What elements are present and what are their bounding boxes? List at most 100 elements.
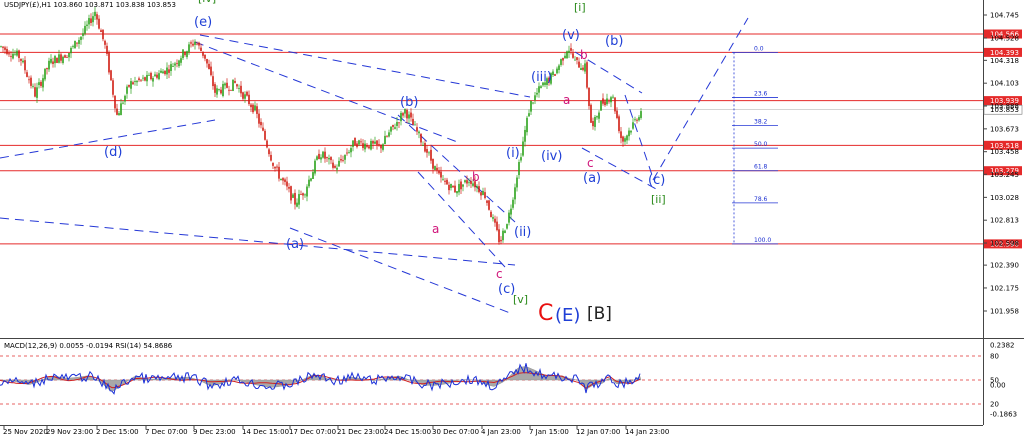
candle-body	[570, 48, 572, 51]
candle-body	[66, 57, 68, 58]
candle-body	[214, 84, 216, 93]
candle-body	[210, 66, 212, 76]
candle-body	[196, 43, 198, 45]
candle-body	[48, 60, 50, 70]
candle-body	[280, 178, 282, 180]
usdjpy-chart: 104.566104.393103.939103.518103.279102.5…	[0, 0, 1024, 436]
candle-body	[466, 180, 468, 184]
wave-label: [ii]	[651, 193, 666, 206]
candle-body	[250, 104, 252, 108]
candle-body	[162, 71, 164, 74]
candle-body	[412, 118, 414, 125]
candle-body	[560, 59, 562, 65]
candle-body	[582, 67, 584, 70]
candle-body	[522, 141, 524, 156]
wave-label: (b)	[605, 34, 623, 49]
candle-body	[266, 140, 268, 148]
candle-body	[386, 136, 388, 138]
candle-body	[224, 83, 226, 86]
candle-body	[304, 194, 306, 196]
candle-body	[612, 96, 614, 98]
candle-body	[520, 157, 522, 161]
candle-body	[194, 41, 196, 45]
candle-body	[458, 183, 460, 193]
candle-body	[556, 68, 558, 74]
candle-body	[448, 184, 450, 191]
candle-body	[98, 18, 100, 29]
candle-body	[144, 77, 146, 81]
candle-body	[28, 79, 30, 81]
candle-body	[572, 53, 574, 58]
main-panel-bg	[0, 0, 983, 338]
x-tick-label: 29 Nov 23:00	[46, 428, 93, 436]
candle-body	[110, 70, 112, 81]
candle-body	[136, 80, 138, 83]
candle-body	[602, 98, 604, 104]
candle-body	[246, 91, 248, 96]
candle-body	[428, 152, 430, 154]
candle-body	[516, 177, 518, 188]
candle-body	[584, 63, 586, 72]
candle-body	[58, 54, 60, 63]
candle-body	[164, 70, 166, 75]
big-label-e: (E)	[555, 305, 580, 326]
candle-body	[636, 119, 638, 121]
candle-body	[378, 143, 380, 145]
macd-label: MACD(12,26,9) 0.0055 -0.0194 RSI(14) 54.…	[4, 342, 173, 350]
macd-tick-label: 20	[990, 401, 999, 409]
candle-body	[108, 52, 110, 73]
candle-body	[388, 132, 390, 137]
candle-body	[8, 53, 10, 55]
macd-tick-label: 0.2382	[990, 342, 1015, 350]
candle-body	[258, 113, 260, 124]
candle-body	[298, 194, 300, 205]
candle-body	[312, 172, 314, 179]
candle-body	[338, 160, 340, 167]
x-tick-label: 12 Jan 07:00	[576, 428, 620, 436]
candle-body	[340, 159, 342, 161]
candle-body	[456, 191, 458, 194]
candle-body	[62, 56, 64, 64]
candle-body	[154, 74, 156, 77]
candle-body	[160, 70, 162, 73]
candle-body	[578, 61, 580, 68]
candle-body	[554, 74, 556, 76]
y-tick-label: 103.458	[990, 148, 1019, 156]
candle-body	[286, 181, 288, 187]
x-tick-label: 30 Dec 07:00	[432, 428, 479, 436]
candle-body	[534, 95, 536, 101]
candle-body	[276, 166, 278, 168]
candle-body	[540, 86, 542, 88]
x-tick-label: 4 Jan 23:00	[481, 428, 521, 436]
candle-body	[344, 154, 346, 160]
candle-body	[610, 97, 612, 103]
candle-body	[440, 171, 442, 178]
candle-body	[80, 36, 82, 40]
candle-body	[632, 122, 634, 129]
y-tick-label: 104.318	[990, 57, 1019, 65]
candle-body	[416, 127, 418, 132]
candle-body	[212, 76, 214, 87]
candle-body	[18, 50, 20, 59]
candle-body	[392, 124, 394, 127]
y-tick-label: 102.598	[990, 240, 1019, 248]
wave-label: (v)	[562, 28, 580, 43]
candle-body	[568, 50, 570, 53]
candle-body	[90, 18, 92, 23]
candle-body	[54, 56, 56, 64]
candle-body	[514, 187, 516, 200]
fib-level-label: 61.8	[754, 164, 768, 171]
candle-body	[128, 84, 130, 87]
fib-level-label: 23.6	[754, 91, 768, 98]
x-tick-label: 17 Dec 07:00	[289, 428, 336, 436]
candle-body	[36, 87, 38, 98]
candle-body	[272, 162, 274, 166]
candle-body	[620, 131, 622, 139]
wave-label: (d)	[104, 145, 122, 160]
candle-body	[150, 72, 152, 80]
candle-body	[166, 67, 168, 75]
candle-body	[172, 66, 174, 68]
y-tick-label: 104.745	[990, 12, 1019, 20]
candle-body	[334, 165, 336, 168]
candle-body	[178, 60, 180, 67]
